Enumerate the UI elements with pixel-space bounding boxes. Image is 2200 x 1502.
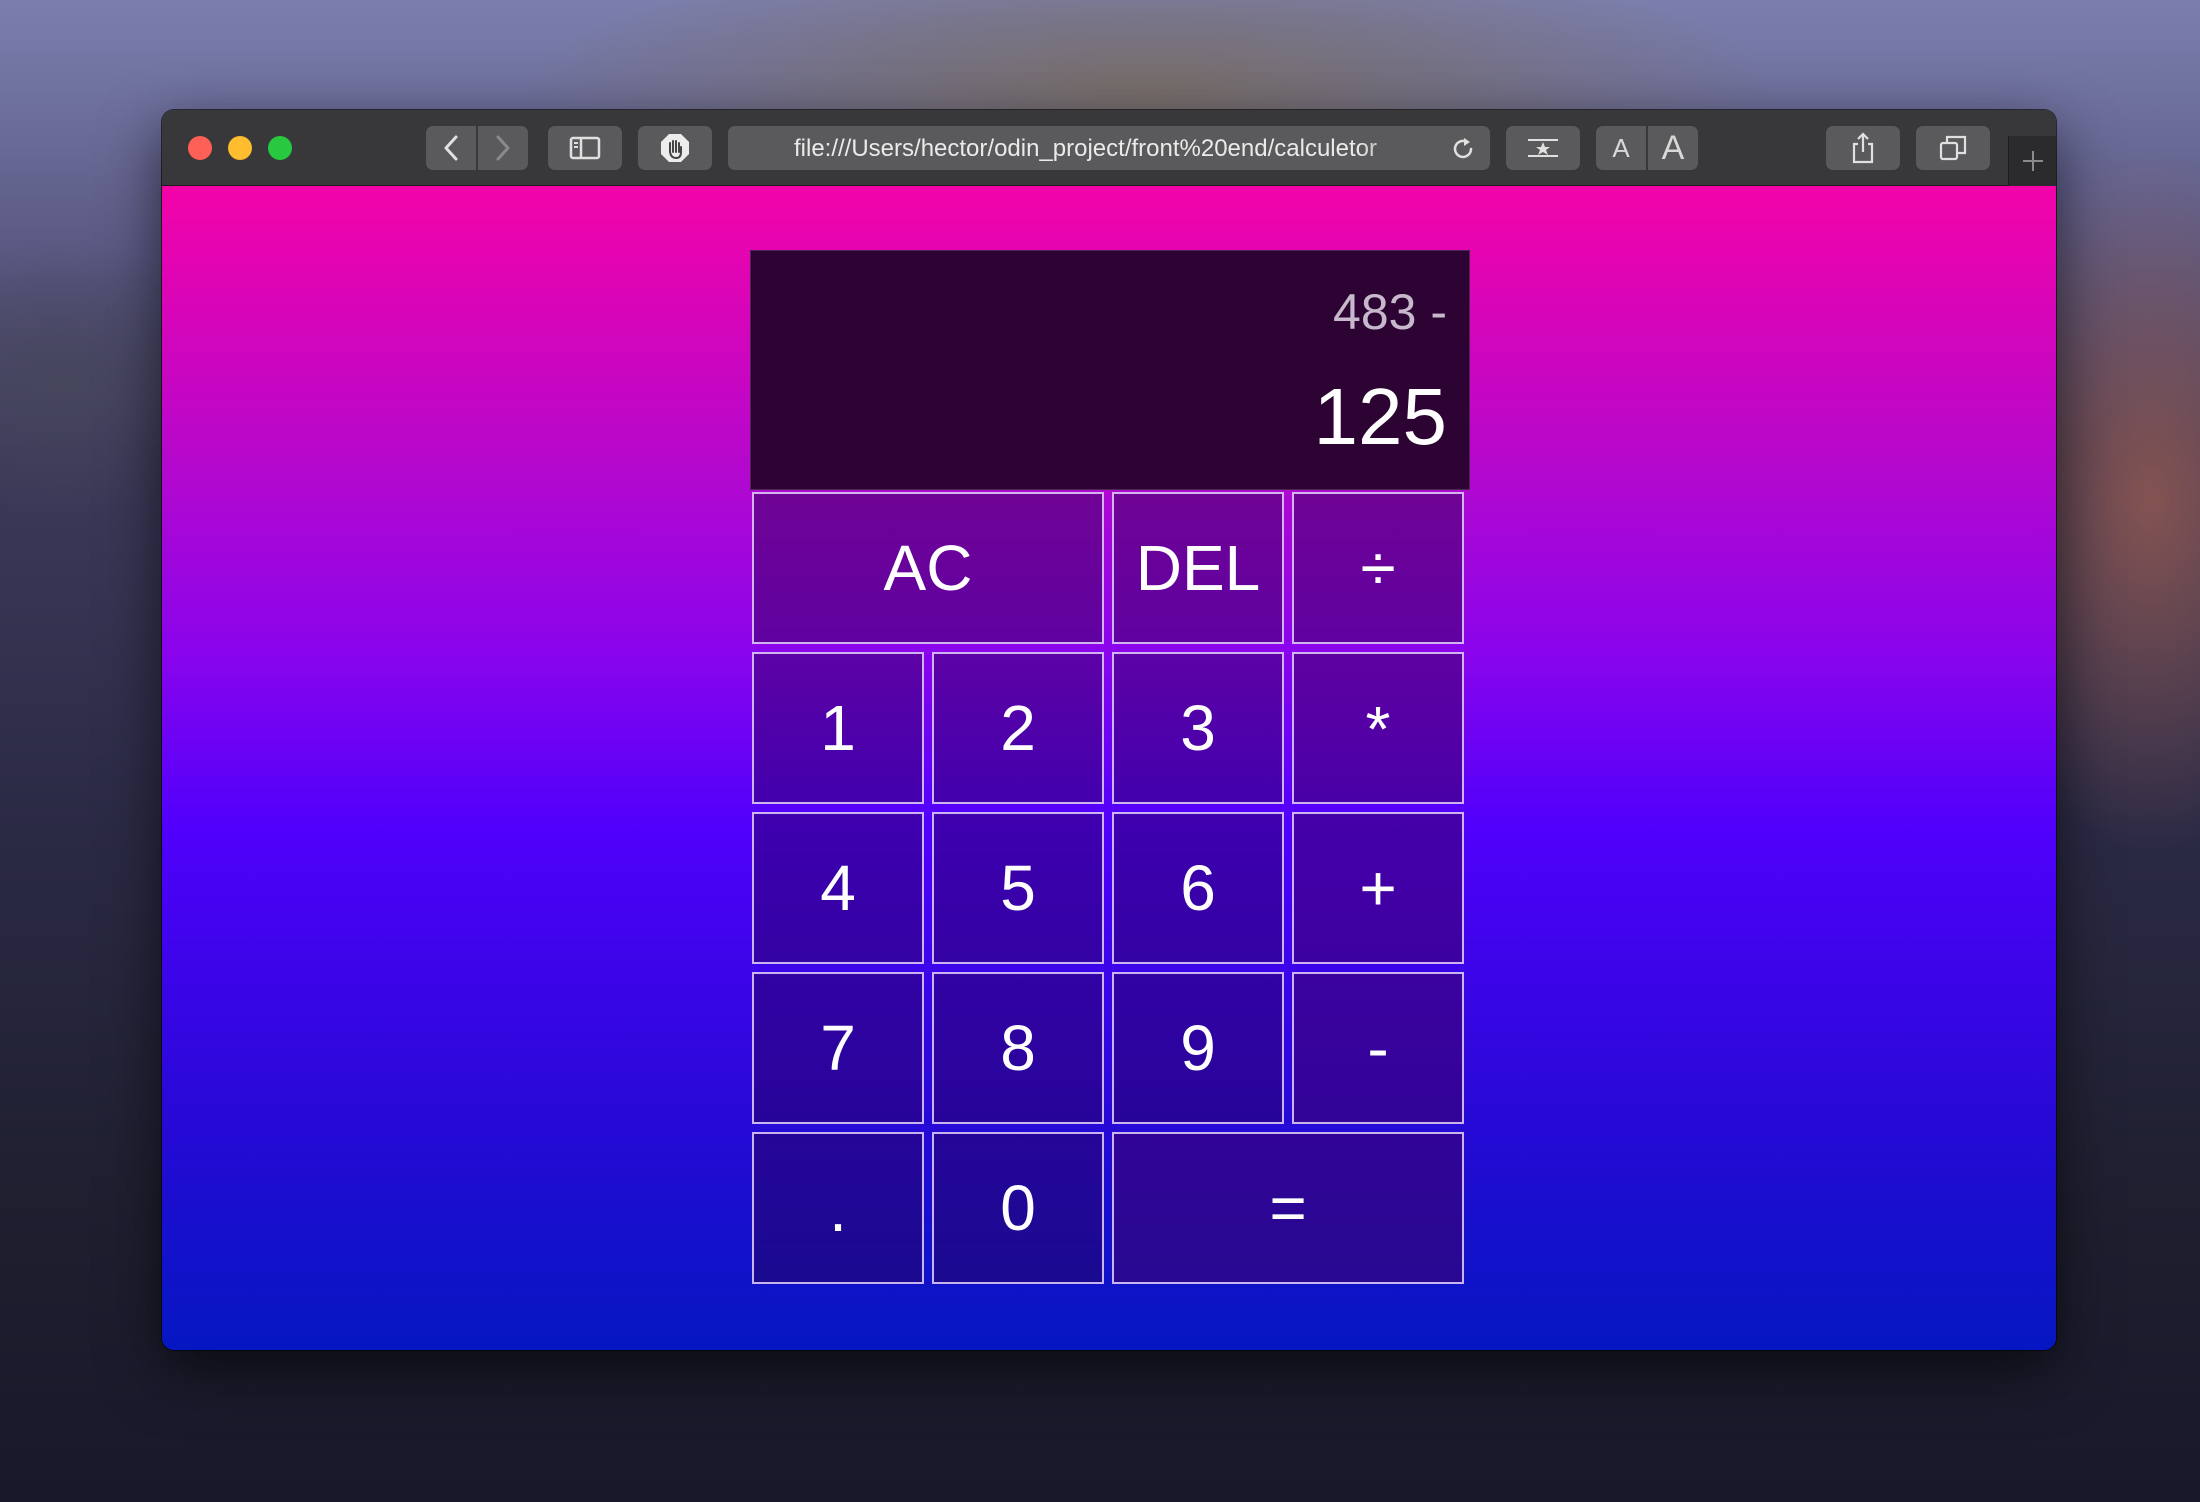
decimal-button[interactable]: . [752,1132,924,1284]
url-text: file:///Users/hector/odin_project/front%… [794,135,1377,162]
hand-stop-icon [661,134,689,162]
forward-button[interactable] [478,126,528,170]
digit-3-button[interactable]: 3 [1112,652,1284,804]
reload-icon[interactable] [1450,136,1476,162]
text-smaller-button[interactable]: A [1596,126,1646,170]
plus-button[interactable]: + [1292,812,1464,964]
digit-2-button[interactable]: 2 [932,652,1104,804]
calculator-display: 483 - 125 [750,250,1470,490]
star-bookmark-icon [1528,139,1558,157]
equals-button[interactable]: = [1112,1132,1464,1284]
share-button[interactable] [1826,126,1900,170]
digit-8-button[interactable]: 8 [932,972,1104,1124]
previous-operand: 483 - [1333,284,1447,340]
new-tab-button[interactable] [2008,136,2056,186]
page-content: 483 - 125 AC DEL ÷ 1 2 3 * 4 5 6 + 7 8 9… [162,186,2056,1350]
delete-button[interactable]: DEL [1112,492,1284,644]
sidebar-button[interactable] [548,126,622,170]
digit-5-button[interactable]: 5 [932,812,1104,964]
browser-window: file:///Users/hector/odin_project/front%… [162,110,2056,1350]
back-button[interactable] [426,126,476,170]
divide-button[interactable]: ÷ [1292,492,1464,644]
digit-6-button[interactable]: 6 [1112,812,1284,964]
digit-9-button[interactable]: 9 [1112,972,1284,1124]
tab-overview-button[interactable] [1916,126,1990,170]
chevron-left-icon [444,135,458,161]
zoom-window-button[interactable] [268,136,292,160]
digit-0-button[interactable]: 0 [932,1132,1104,1284]
share-icon [1852,132,1874,164]
current-operand: 125 [1313,372,1447,461]
address-bar[interactable]: file:///Users/hector/odin_project/front%… [728,126,1490,170]
chevron-right-icon [496,135,510,161]
close-window-button[interactable] [188,136,212,160]
multiply-button[interactable]: * [1292,652,1464,804]
bookmark-button[interactable] [1506,126,1580,170]
text-larger-button[interactable]: A [1648,126,1698,170]
minimize-window-button[interactable] [228,136,252,160]
browser-toolbar: file:///Users/hector/odin_project/front%… [162,110,2056,186]
sidebar-icon [569,136,601,160]
tabs-icon [1939,135,1967,161]
content-blocker-button[interactable] [638,126,712,170]
digit-4-button[interactable]: 4 [752,812,924,964]
clear-all-button[interactable]: AC [752,492,1104,644]
plus-icon [2023,151,2043,171]
minus-button[interactable]: - [1292,972,1464,1124]
digit-1-button[interactable]: 1 [752,652,924,804]
digit-7-button[interactable]: 7 [752,972,924,1124]
